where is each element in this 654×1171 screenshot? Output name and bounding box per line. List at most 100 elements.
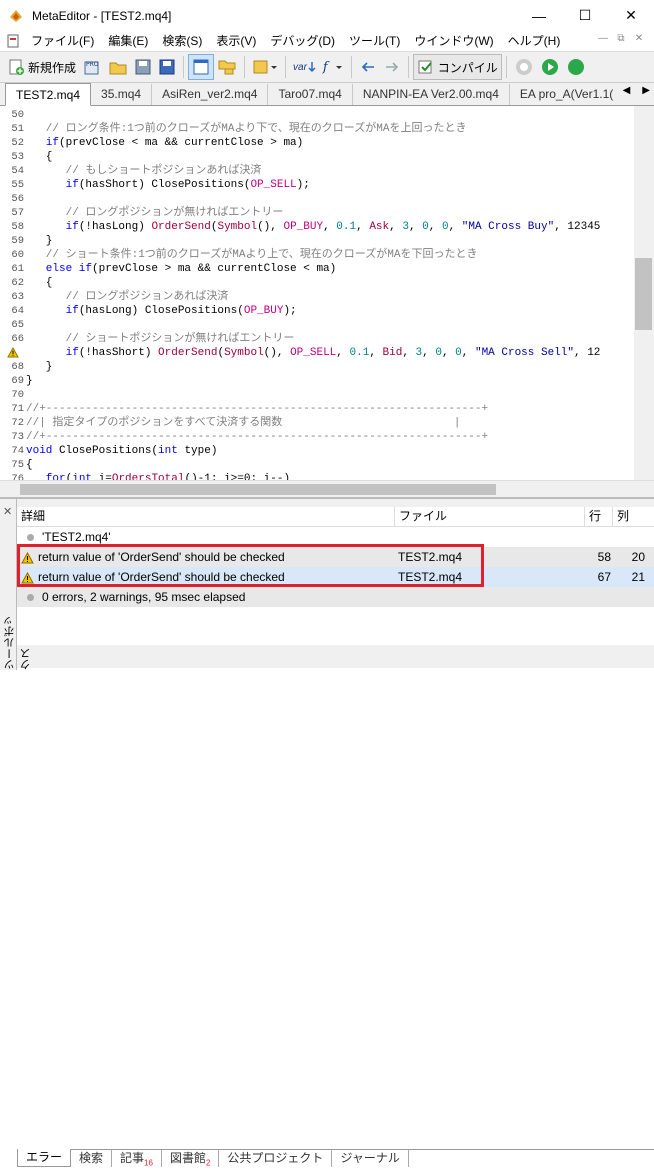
code-line[interactable]: 51 // ロング条件:1つ前のクローズがMAより下で、現在のクローズがMAを上… — [0, 122, 634, 136]
toolbox-toggle-button[interactable] — [214, 54, 240, 80]
save-all-button[interactable] — [155, 54, 179, 80]
stop-button[interactable] — [511, 54, 537, 80]
code-line[interactable]: 67 if(!hasShort) OrderSend(Symbol(), OP_… — [0, 346, 634, 360]
header-row[interactable]: 行 — [585, 507, 613, 527]
insert-function-button[interactable]: f — [320, 54, 347, 80]
code-line[interactable]: 76 for(int i=OrdersTotal()-1; i>=0; i--) — [0, 472, 634, 480]
code-token: // ロングポジションが無ければエントリー — [26, 207, 284, 219]
code-line[interactable]: 66 // ショートポジションが無ければエントリー — [0, 332, 634, 346]
navigator-toggle-button[interactable] — [188, 54, 215, 80]
code-line[interactable]: 72//| 指定タイプのポジションをすべて決済する関数 | — [0, 416, 634, 430]
toolbox-tab[interactable]: 公共プロジェクト — [219, 1150, 333, 1167]
tab-asiren[interactable]: AsiRen_ver2.mq4 — [152, 84, 269, 105]
insert-variable-button[interactable]: var — [290, 54, 320, 80]
code-token: int — [158, 445, 178, 457]
compile-summary: 0 errors, 2 warnings, 95 msec elapsed — [42, 590, 246, 604]
toolbox-tab[interactable]: ジャーナル — [332, 1150, 409, 1167]
code-token: OP_BUY — [243, 305, 284, 317]
minimize-button[interactable]: — — [516, 0, 562, 31]
forward-button[interactable] — [380, 54, 404, 80]
step-button[interactable] — [563, 54, 587, 80]
insert-dropdown-button[interactable] — [249, 54, 281, 80]
tab-test2[interactable]: TEST2.mq4 — [5, 83, 92, 106]
code-text: } — [26, 374, 33, 388]
start-debug-button[interactable] — [537, 54, 563, 80]
code-line[interactable]: 59 } — [0, 234, 634, 248]
code-line[interactable]: 73//+-----------------------------------… — [0, 430, 634, 444]
tab-ea-pro[interactable]: EA pro_A(Ver1.1( — [510, 84, 623, 105]
code-token: , 12 — [574, 347, 601, 359]
toolbox-sidebar: ✕ ツールボックス — [0, 499, 32, 670]
menu-search[interactable]: 検索(S) — [155, 31, 209, 51]
toolbox-tab[interactable]: エラー — [17, 1149, 72, 1167]
toolbox-tab[interactable]: 記事16 — [112, 1150, 162, 1167]
close-button[interactable]: ✕ — [608, 0, 654, 31]
info-dot-icon — [27, 594, 34, 602]
code-line[interactable]: 54 // もしショートポジションあれば決済 — [0, 164, 634, 178]
code-line[interactable]: 60 // ショート条件:1つ前のクローズがMAより上で、現在のクローズがMAを… — [0, 248, 634, 262]
toolbox-tab[interactable]: 図書館2 — [162, 1150, 220, 1167]
horizontal-scroll-thumb[interactable] — [20, 484, 496, 495]
new-button[interactable]: 新規作成 — [4, 54, 79, 80]
code-token: Bid — [382, 347, 403, 359]
menu-window[interactable]: ウインドウ(W) — [407, 31, 500, 51]
tab-scroll-left-icon[interactable]: ◀ — [623, 85, 631, 96]
code-line[interactable]: 64 if(hasLong) ClosePositions(OP_BUY); — [0, 304, 634, 318]
menu-edit[interactable]: 編集(E) — [101, 31, 155, 51]
new-project-button[interactable]: PRO — [79, 54, 105, 80]
code-line[interactable]: 69} — [0, 374, 634, 388]
header-detail[interactable]: 詳細 — [17, 507, 395, 527]
back-button[interactable] — [356, 54, 380, 80]
menu-file[interactable]: ファイル(F) — [24, 31, 101, 51]
code-line[interactable]: 65 — [0, 318, 634, 332]
mdi-minimize-button[interactable]: — — [596, 33, 610, 44]
file-tab-bar: TEST2.mq4 35.mq4 AsiRen_ver2.mq4 Taro07.… — [0, 83, 654, 106]
tab-taro07[interactable]: Taro07.mq4 — [268, 84, 353, 105]
maximize-button[interactable]: ☐ — [562, 0, 608, 31]
menu-view[interactable]: 表示(V) — [209, 31, 263, 51]
var-label: var — [293, 61, 307, 73]
mdi-close-button[interactable]: ✕ — [632, 33, 646, 44]
header-file[interactable]: ファイル — [395, 507, 585, 527]
code-line[interactable]: 50 — [0, 108, 634, 122]
menu-help[interactable]: ヘルプ(H) — [501, 31, 568, 51]
code-line[interactable]: 62 { — [0, 276, 634, 290]
header-col[interactable]: 列 — [613, 507, 654, 527]
line-number: 63 — [11, 291, 24, 303]
tab-35[interactable]: 35.mq4 — [91, 84, 153, 105]
code-line[interactable]: 56 — [0, 192, 634, 206]
menu-tools[interactable]: ツール(T) — [342, 31, 407, 51]
save-button[interactable] — [131, 54, 155, 80]
tab-nanpin[interactable]: NANPIN-EA Ver2.00.mq4 — [353, 84, 510, 105]
code-line[interactable]: 68 } — [0, 360, 634, 374]
code-line[interactable]: 53 { — [0, 150, 634, 164]
mdi-restore-button[interactable]: ⧉ — [614, 33, 628, 44]
code-line[interactable]: 74 void ClosePositions(int type) — [0, 444, 634, 458]
code-editor[interactable]: 50 51 // ロング条件:1つ前のクローズがMAより下で、現在のクローズがMA… — [0, 106, 634, 480]
code-line[interactable]: 58 if(!hasLong) OrderSend(Symbol(), OP_B… — [0, 220, 634, 234]
toolbox-tab[interactable]: 検索 — [71, 1150, 113, 1167]
editor-horizontal-scrollbar[interactable] — [0, 480, 654, 497]
editor-vertical-scrollbar[interactable] — [634, 106, 654, 480]
project-icon: PRO — [84, 61, 99, 75]
line-number: 56 — [11, 193, 24, 205]
code-token: , 12345 — [554, 221, 601, 233]
code-token: if — [26, 137, 60, 149]
vertical-scroll-thumb[interactable] — [635, 258, 652, 330]
toolbox-close-icon[interactable]: ✕ — [3, 505, 12, 518]
code-line[interactable]: 63 // ロングポジションあれば決済 — [0, 290, 634, 304]
open-button[interactable] — [105, 54, 131, 80]
compile-button[interactable]: コンパイル — [412, 54, 502, 80]
menu-debug[interactable]: デバッグ(D) — [263, 31, 342, 51]
new-label: 新規作成 — [28, 60, 77, 75]
code-line[interactable]: 71//+-----------------------------------… — [0, 402, 634, 416]
code-token: (hasLong) ClosePositions( — [78, 305, 244, 317]
code-line[interactable]: 75{ — [0, 458, 634, 472]
code-line[interactable]: 55 if(hasShort) ClosePositions(OP_SELL); — [0, 178, 634, 192]
tab-scroll-right-icon[interactable]: ▶ — [642, 85, 650, 96]
code-token: // もしショートポジションあれば決済 — [26, 165, 262, 177]
code-line[interactable]: 61 else if(prevClose > ma && currentClos… — [0, 262, 634, 276]
code-line[interactable]: 52 if(prevClose < ma && currentClose > m… — [0, 136, 634, 150]
code-line[interactable]: 70 — [0, 388, 634, 402]
code-line[interactable]: 57 // ロングポジションが無ければエントリー — [0, 206, 634, 220]
